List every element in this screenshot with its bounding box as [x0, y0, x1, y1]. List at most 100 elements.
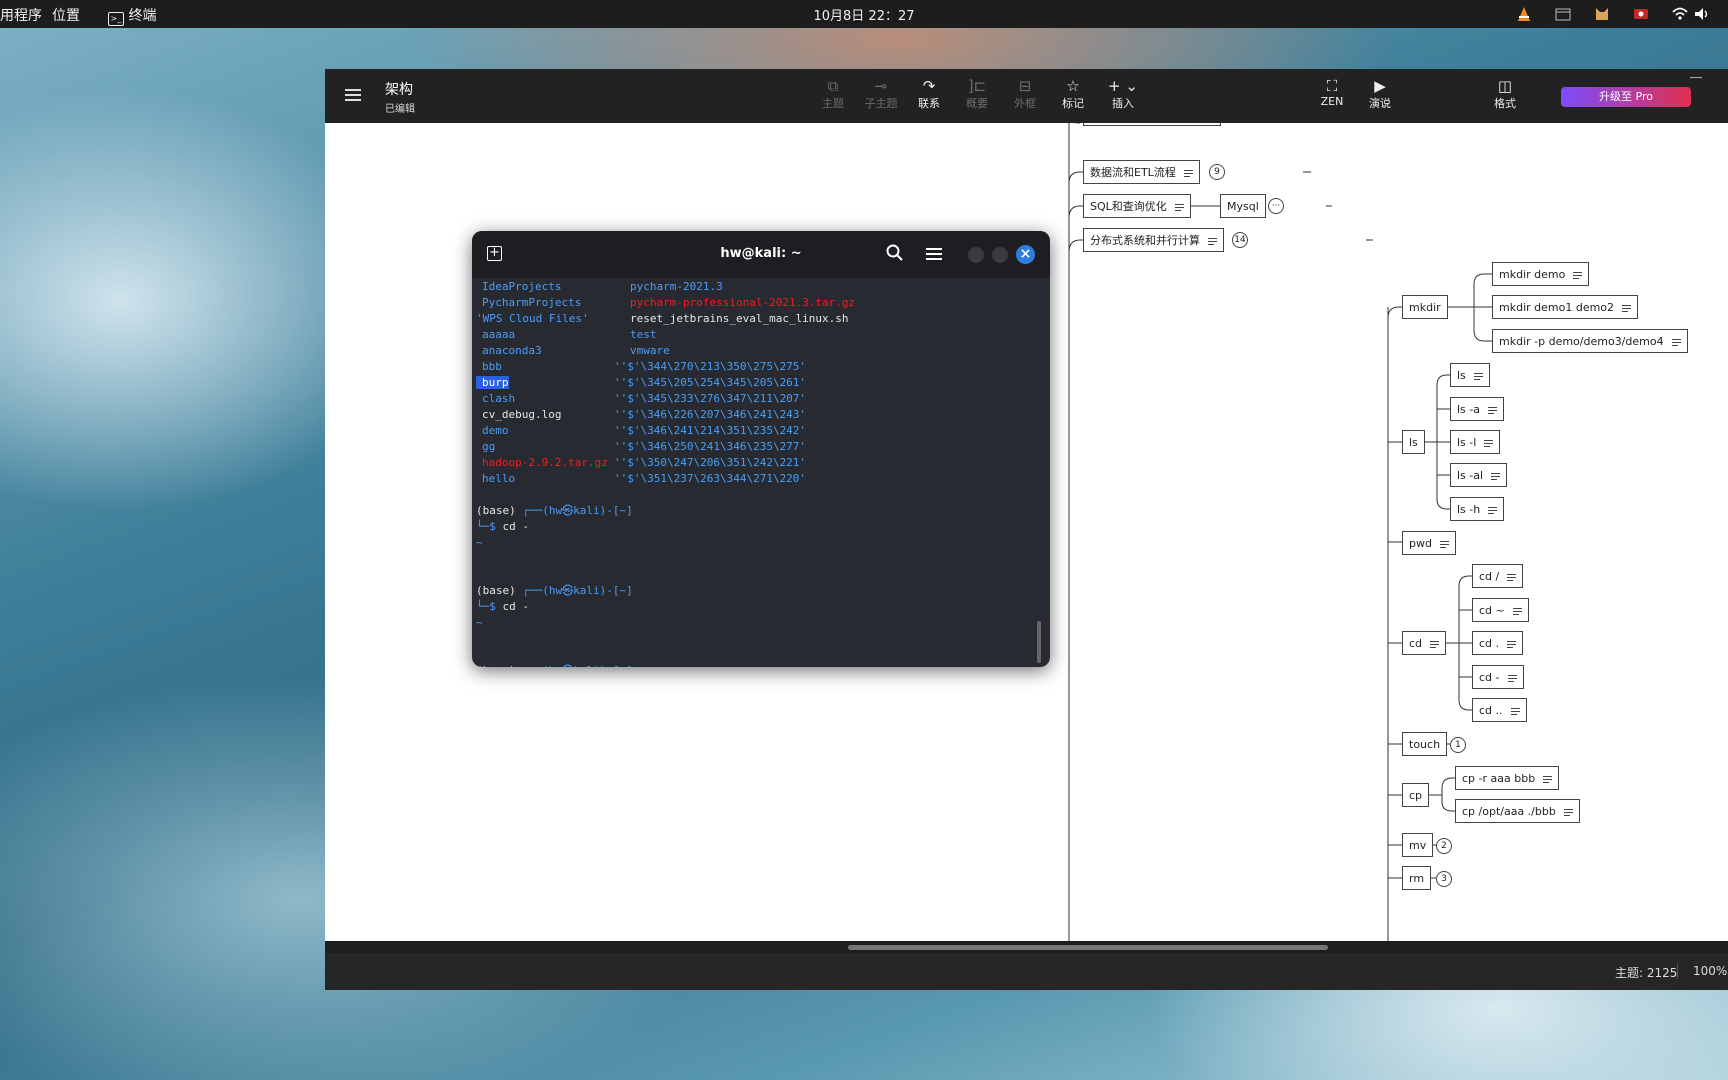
mindmap-node-ls-h[interactable]: ls -h — [1450, 497, 1505, 521]
boundary-label: 外框 — [1014, 97, 1036, 110]
terminal-line: burp ''$'\345\205\254\345\205\261' — [476, 375, 1032, 391]
maximize-window-button[interactable] — [992, 247, 1008, 263]
summary-button[interactable]: ]⊏ 概要 — [955, 77, 999, 111]
node-label: cd — [1409, 637, 1423, 650]
terminal-scrollbar[interactable] — [1037, 621, 1041, 663]
mindmap-node-cd-parent[interactable]: cd .. — [1472, 698, 1527, 722]
note-icon — [1507, 640, 1517, 648]
scrollbar-thumb[interactable] — [848, 945, 1328, 950]
present-button[interactable]: ▶ 演说 — [1358, 77, 1402, 111]
listing-entry: bbb — [482, 360, 502, 373]
mindmap-node-ls-a[interactable]: ls -a — [1450, 397, 1504, 421]
search-icon[interactable] — [886, 244, 904, 266]
format-button[interactable]: ◫ 格式 — [1483, 77, 1527, 111]
zoom-level[interactable]: 100% — [1693, 964, 1727, 978]
terminal-line: hello ''$'\351\237\263\344\271\220' — [476, 471, 1032, 487]
horizontal-scrollbar[interactable] — [325, 941, 1728, 953]
upgrade-pro-button[interactable]: 升级至 Pro — [1561, 87, 1691, 107]
star-icon: ☆ — [1066, 77, 1080, 95]
mindmap-node-partial[interactable] — [1083, 123, 1221, 126]
mindmap-node-ls[interactable]: ls — [1402, 430, 1425, 454]
command-output: ~ — [476, 616, 483, 629]
hamburger-menu-icon[interactable] — [926, 246, 942, 265]
zen-button[interactable]: ⛶ ZEN — [1310, 77, 1354, 108]
mindmap-node-rm[interactable]: rm — [1402, 866, 1432, 890]
wifi-icon[interactable] — [1672, 6, 1688, 22]
node-label: mkdir -p demo/demo3/demo4 — [1499, 335, 1664, 348]
node-label: ls -a — [1457, 403, 1480, 416]
mindmap-node-mkdir-p[interactable]: mkdir -p demo/demo3/demo4 — [1492, 329, 1688, 353]
mindmap-node-etl[interactable]: 数据流和ETL流程 — [1083, 160, 1200, 184]
mindmap-node-cp-opt[interactable]: cp /opt/aaa ./bbb — [1455, 799, 1580, 823]
subtopic-icon: ⊸ — [874, 77, 888, 95]
minimize-window-button[interactable] — [968, 247, 984, 263]
mindmap-node-distributed[interactable]: 分布式系统和并行计算 — [1083, 228, 1224, 252]
collapse-badge[interactable]: 9 — [1209, 164, 1225, 180]
collapse-badge[interactable]: 2 — [1436, 838, 1452, 854]
node-label: cp /opt/aaa ./bbb — [1462, 805, 1556, 818]
mindmap-node-touch[interactable]: touch — [1402, 732, 1448, 756]
mindmap-node-cd-dash[interactable]: cd - — [1472, 665, 1524, 689]
screen-recorder-icon[interactable] — [1633, 6, 1649, 22]
document-title[interactable]: 架构 — [385, 79, 413, 99]
terminal-line: demo ''$'\346\241\214\351\235\242' — [476, 423, 1032, 439]
calendar-icon[interactable] — [1555, 6, 1571, 22]
terminal-window[interactable]: + hw@kali: ~ × IdeaProjects pycharm-2021.… — [472, 231, 1050, 667]
listing-entry: ''$'\344\270\213\350\275\275' — [614, 360, 807, 373]
terminal-titlebar[interactable]: + hw@kali: ~ × — [472, 231, 1050, 278]
mindmap-node-cp-r[interactable]: cp -r aaa bbb — [1455, 766, 1560, 790]
collapse-badge[interactable]: 3 — [1436, 871, 1452, 887]
mindmap-node-cd-dot[interactable]: cd . — [1472, 631, 1524, 655]
relation-icon: ↷ — [922, 77, 936, 95]
mindmap-node-cd-home[interactable]: cd ~ — [1472, 598, 1529, 622]
cat-icon[interactable] — [1594, 6, 1610, 22]
zen-label: ZEN — [1320, 95, 1344, 108]
command-line: └─$ cd - — [476, 519, 1032, 535]
mindmap-node-ls-plain[interactable]: ls — [1450, 363, 1490, 387]
terminal-output[interactable]: IdeaProjects pycharm-2021.3 PycharmProject… — [476, 279, 1032, 667]
command-output: ~ — [476, 536, 483, 549]
mindmap-node-mysql[interactable]: Mysql — [1220, 194, 1266, 218]
document-status: 已编辑 — [385, 104, 415, 115]
prompt-user: (hw㉿kali) — [542, 584, 607, 597]
mindmap-node-mkdir[interactable]: mkdir — [1402, 295, 1448, 319]
collapse-badge[interactable]: ··· — [1268, 198, 1284, 214]
mindmap-node-ls-al[interactable]: ls -al — [1450, 463, 1508, 487]
clock[interactable]: 10月8日 22：27 — [0, 5, 1728, 24]
summary-label: 概要 — [966, 97, 988, 110]
mindmap-node-cd-root[interactable]: cd / — [1472, 564, 1524, 588]
insert-button[interactable]: + ⌄ 插入 — [1101, 77, 1145, 111]
boundary-icon: ⊟ — [1018, 77, 1032, 95]
node-label: cd - — [1479, 671, 1500, 684]
collapse-badge[interactable]: 14 — [1232, 232, 1248, 248]
menu-icon[interactable] — [345, 89, 361, 101]
subtopic-button[interactable]: ⊸ 子主题 — [859, 77, 903, 111]
mindmap-node-mkdir-demo[interactable]: mkdir demo — [1492, 262, 1590, 286]
format-label: 格式 — [1494, 97, 1516, 110]
relation-button[interactable]: ↷ 联系 — [907, 77, 951, 111]
vlc-icon[interactable] — [1516, 6, 1532, 22]
minimize-button[interactable] — [1690, 77, 1702, 78]
node-label: cd / — [1479, 570, 1500, 583]
node-label: cd . — [1479, 637, 1500, 650]
mindmap-node-sql[interactable]: SQL和查询优化 — [1083, 194, 1191, 218]
mindmap-node-cp[interactable]: cp — [1402, 783, 1430, 807]
mark-button[interactable]: ☆ 标记 — [1051, 77, 1095, 111]
close-window-button[interactable]: × — [1016, 245, 1035, 264]
prompt-env: (base) — [476, 504, 523, 517]
note-icon — [1510, 707, 1520, 715]
mindmap-node-mv[interactable]: mv — [1402, 833, 1434, 857]
volume-icon[interactable] — [1694, 6, 1710, 22]
mindmap-node-ls-l[interactable]: ls -l — [1450, 430, 1501, 454]
prompt-dir: -[~] — [606, 504, 633, 517]
collapse-badge[interactable]: 1 — [1450, 737, 1466, 753]
mindmap-node-mkdir-demo1[interactable]: mkdir demo1 demo2 — [1492, 295, 1639, 319]
topic-button[interactable]: ⧉ 主题 — [811, 77, 855, 111]
node-label: SQL和查询优化 — [1090, 200, 1167, 213]
boundary-button[interactable]: ⊟ 外框 — [1003, 77, 1047, 111]
present-label: 演说 — [1369, 97, 1391, 110]
mindmap-node-pwd[interactable]: pwd — [1402, 531, 1456, 555]
mindmap-node-cd[interactable]: cd — [1402, 631, 1447, 655]
terminal-line: clash ''$'\345\233\276\347\211\207' — [476, 391, 1032, 407]
